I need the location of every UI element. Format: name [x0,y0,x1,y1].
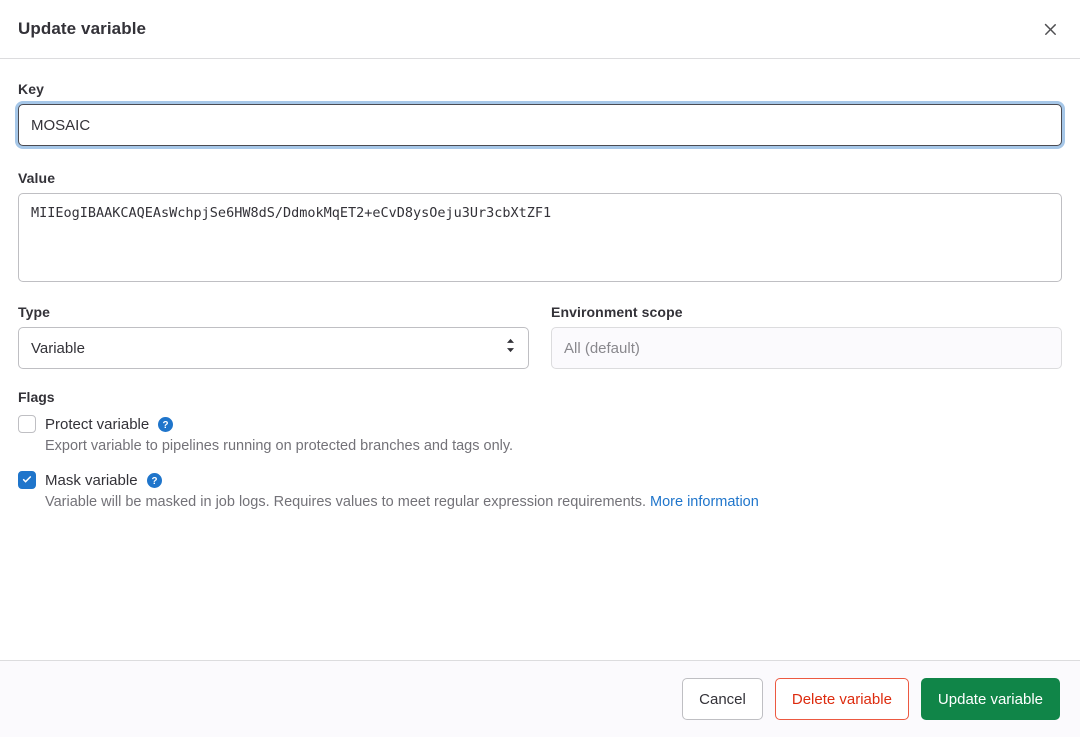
type-select-wrapper[interactable]: Variable [18,327,529,369]
flag-protect-variable-line: Protect variable ? [18,415,1062,433]
mask-variable-label: Mask variable [45,472,138,489]
mask-variable-description-text: Variable will be masked in job logs. Req… [45,494,650,510]
check-icon [21,474,33,486]
environment-scope-field-group: Environment scope [551,304,1062,369]
key-input[interactable] [31,117,1049,134]
flag-mask-variable: Mask variable ? Variable will be masked … [18,471,1062,513]
type-and-scope-row: Type Variable Environment scope [18,304,1062,369]
help-circle-icon[interactable]: ? [147,473,162,488]
more-information-link[interactable]: More information [650,494,759,510]
type-select[interactable]: Variable [18,327,529,369]
protect-variable-label: Protect variable [45,416,149,433]
svg-text:?: ? [151,475,157,486]
flag-mask-variable-line: Mask variable ? [18,471,1062,489]
modal-body: Key Value MIIEogIBAAKCAQEAsWchpjSe6HW8dS… [0,59,1080,660]
modal-header: Update variable [0,0,1080,59]
close-button[interactable] [1034,13,1066,45]
type-field-group: Type Variable [18,304,529,369]
mask-variable-description: Variable will be masked in job logs. Req… [45,492,995,513]
protect-variable-checkbox[interactable] [18,415,36,433]
protect-variable-description: Export variable to pipelines running on … [45,436,995,457]
value-textarea[interactable]: MIIEogIBAAKCAQEAsWchpjSe6HW8dS/DdmokMqET… [18,193,1062,282]
mask-variable-checkbox[interactable] [18,471,36,489]
key-label: Key [18,81,1062,97]
page-title: Update variable [18,19,146,39]
environment-scope-input[interactable] [551,327,1062,369]
close-icon [1043,22,1058,37]
cancel-button[interactable]: Cancel [682,678,763,720]
type-label: Type [18,304,529,320]
update-variable-modal: Update variable Key Value MIIEogIBAAKCAQ… [0,0,1080,737]
delete-variable-button[interactable]: Delete variable [775,678,909,720]
value-label: Value [18,170,1062,186]
update-variable-button[interactable]: Update variable [921,678,1060,720]
flags-section: Flags Protect variable ? Export variable… [18,389,1062,513]
environment-scope-label: Environment scope [551,304,1062,320]
svg-text:?: ? [163,419,169,430]
key-field-wrapper[interactable] [18,104,1062,146]
help-circle-icon[interactable]: ? [158,417,173,432]
flag-protect-variable: Protect variable ? Export variable to pi… [18,415,1062,457]
modal-footer: Cancel Delete variable Update variable [0,660,1080,737]
flags-label: Flags [18,389,1062,405]
